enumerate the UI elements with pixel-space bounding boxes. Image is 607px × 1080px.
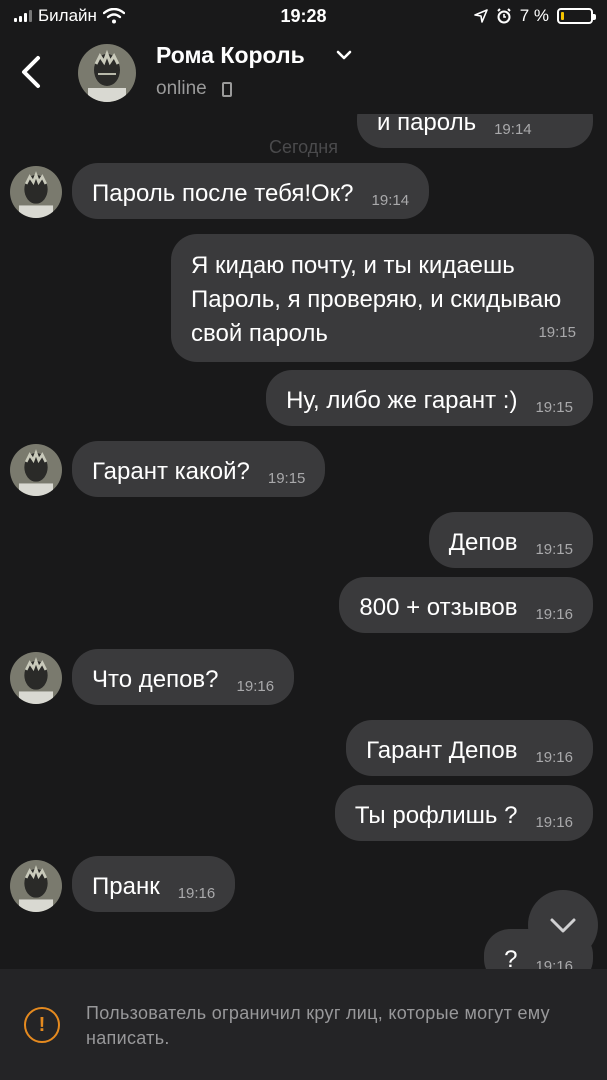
message-bubble-incoming[interactable]: Гарант какой? 19:15 <box>72 441 326 497</box>
chevron-down-icon <box>550 918 576 933</box>
message-text: Депов <box>448 529 518 556</box>
message-text: Пранк <box>92 873 160 900</box>
message-bubble-incoming[interactable]: Пароль после тебя!Ок? 19:14 <box>72 163 430 219</box>
message-text: Ты рофлишь ? <box>354 802 518 829</box>
avatar-image <box>10 860 62 912</box>
message-time: 19:16 <box>177 885 216 902</box>
message-text: Ну, либо же гарант :) <box>286 387 518 414</box>
message-time: 19:15 <box>535 541 573 558</box>
battery-percent: 7 % <box>519 6 549 25</box>
sender-avatar[interactable] <box>10 652 62 704</box>
message-bubble-outgoing[interactable]: Ну, либо же гарант :) 19:15 <box>266 370 593 426</box>
mobile-phone-icon <box>222 82 232 97</box>
message-bubble-outgoing[interactable]: и пароль 19:14 <box>357 114 593 148</box>
avatar-image <box>10 652 62 704</box>
message-text: Гарант Депов <box>366 737 518 764</box>
avatar-image <box>10 166 62 218</box>
message-text: Пароль после тебя!Ок? <box>92 180 354 207</box>
sender-avatar[interactable] <box>10 444 62 496</box>
message-time: 19:16 <box>535 814 573 831</box>
location-arrow-icon <box>473 9 488 23</box>
contact-status: online <box>156 78 207 99</box>
message-time: 19:15 <box>267 470 306 487</box>
message-time: 19:14 <box>371 192 410 209</box>
message-list[interactable]: Сегодня и пароль 19:14 Пароль после тебя!… <box>0 114 607 969</box>
contact-avatar[interactable] <box>78 44 136 102</box>
message-time: 19:16 <box>236 678 275 695</box>
message-bubble-outgoing[interactable]: Я кидаю почту, и ты кидаешь Пароль, я пр… <box>171 234 594 362</box>
chat-header: Рома Король online <box>0 34 607 114</box>
message-bubble-incoming[interactable]: Пранк 19:16 <box>72 856 236 912</box>
restriction-banner: ! Пользователь ограничил круг лиц, котор… <box>0 969 607 1080</box>
avatar-image <box>10 444 62 496</box>
alarm-icon <box>496 8 511 24</box>
status-bar: Билайн 19:28 7 % <box>0 0 607 34</box>
warning-icon: ! <box>24 1007 60 1043</box>
avatar-image <box>78 44 136 102</box>
sender-avatar[interactable] <box>10 860 62 912</box>
message-bubble-outgoing[interactable]: Ты рофлишь ? 19:16 <box>334 785 593 841</box>
scroll-to-bottom-button[interactable] <box>528 890 598 960</box>
message-text: Что депов? <box>92 666 219 693</box>
message-time: 19:16 <box>535 606 573 623</box>
message-time: 19:15 <box>538 324 576 341</box>
chevron-down-icon[interactable] <box>334 48 354 62</box>
status-bar-right: 7 % <box>473 6 596 26</box>
battery-icon <box>557 8 596 24</box>
back-button[interactable] <box>14 52 50 92</box>
message-bubble-outgoing[interactable]: Гарант Депов 19:16 <box>346 720 593 776</box>
sender-avatar[interactable] <box>10 166 62 218</box>
message-bubble-outgoing[interactable]: 800 + отзывов 19:16 <box>339 577 593 633</box>
message-text: Гарант какой? <box>92 458 250 485</box>
message-time: 19:14 <box>494 121 532 138</box>
message-bubble-outgoing[interactable]: Депов 19:15 <box>428 512 593 568</box>
message-text: и пароль <box>377 114 477 136</box>
message-time: 19:15 <box>535 399 573 416</box>
restriction-text: Пользователь ограничил круг лиц, которые… <box>86 1003 550 1048</box>
message-text: ? <box>504 946 518 969</box>
contact-name[interactable]: Рома Король <box>156 42 305 69</box>
message-text: Я кидаю почту, и ты кидаешь Пароль, я пр… <box>191 252 562 347</box>
message-text: 800 + отзывов <box>359 594 518 621</box>
message-bubble-incoming[interactable]: Что депов? 19:16 <box>72 649 295 705</box>
message-time: 19:16 <box>535 749 573 766</box>
